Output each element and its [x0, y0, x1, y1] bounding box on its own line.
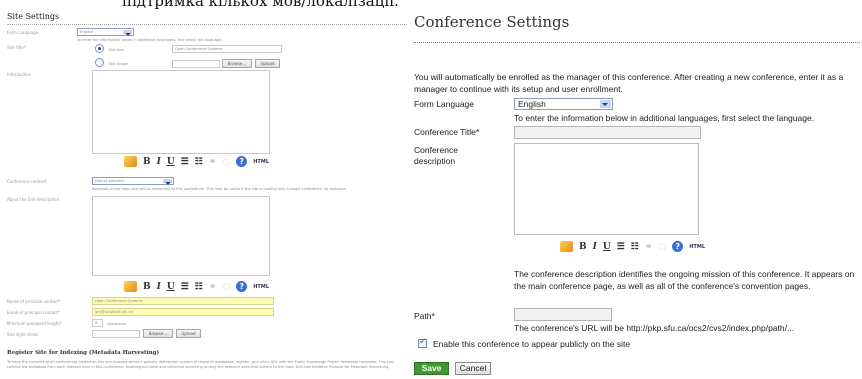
form-language-note: To enter the information below in additi…: [77, 38, 223, 42]
form-language-label: Form Language: [7, 30, 39, 35]
numbered-list-icon[interactable]: ☷: [195, 157, 203, 167]
underline-icon[interactable]: U: [603, 242, 611, 252]
principal-email-input[interactable]: ocs@localhost.sfu.ca: [92, 308, 274, 316]
conference-description-editor[interactable]: [514, 143, 699, 235]
title-image-file-input[interactable]: [172, 60, 220, 68]
insert-image-icon[interactable]: [124, 156, 137, 167]
italic-icon[interactable]: I: [593, 242, 597, 252]
title-image-radio[interactable]: [95, 58, 104, 67]
conference-settings-title: Conference Settings: [414, 13, 570, 31]
stylesheet-upload-button[interactable]: Upload: [176, 329, 201, 338]
link-icon[interactable]: ⚭: [645, 242, 653, 252]
stylesheet-browse-button[interactable]: Browse...: [143, 329, 173, 338]
min-password-input[interactable]: 6: [92, 319, 103, 327]
principal-name-label: Name of principal contact*: [7, 299, 61, 304]
indexing-title: Register Site for Indexing (Metadata Har…: [7, 350, 160, 356]
conference-title-input[interactable]: [514, 126, 701, 139]
stylesheet-label: Site style sheet: [7, 332, 38, 337]
introduction-label: Introduction: [7, 72, 32, 77]
indexing-text: To have the contents of all conferences …: [7, 360, 394, 369]
italic-icon[interactable]: I: [157, 282, 161, 292]
about-toolbar: B I U ☰ ☷ ⚭ ◌ ? HTML: [124, 281, 269, 292]
title-text-option: Title text: [108, 48, 124, 52]
title-image-browse-button[interactable]: Browse...: [222, 59, 252, 68]
title-text-input[interactable]: Open Conference Systems: [172, 45, 282, 53]
enrollment-intro: You will automatically be enrolled as th…: [414, 72, 844, 94]
underline-icon[interactable]: U: [167, 157, 175, 167]
bold-icon[interactable]: B: [143, 157, 151, 167]
principal-email-label: Email of principal contact*: [7, 310, 60, 315]
enable-checkbox[interactable]: ✓: [418, 337, 427, 348]
title-underline: [7, 24, 407, 25]
path-input[interactable]: [514, 308, 612, 321]
link-icon[interactable]: ⚭: [209, 282, 217, 292]
title-image-option: Title image: [108, 62, 129, 66]
min-password-unit: characters: [107, 322, 127, 326]
bullet-list-icon[interactable]: ☰: [617, 242, 625, 252]
bullet-list-icon[interactable]: ☰: [181, 282, 189, 292]
min-password-label: Minimum password length*: [7, 321, 62, 326]
site-title-label: Site title*: [7, 45, 26, 50]
conference-redirect-note: Requests to the main site will be redire…: [92, 187, 347, 191]
html-source-icon[interactable]: HTML: [689, 244, 705, 250]
conference-redirect-label: Conference redirect: [7, 179, 47, 184]
html-source-icon[interactable]: HTML: [253, 159, 269, 165]
help-icon[interactable]: ?: [236, 156, 248, 167]
title-underline: [414, 42, 860, 43]
principal-name-input[interactable]: Open Conference Systems: [92, 297, 274, 305]
overlay-caption: підтримка кількох мов/локалізації.: [122, 0, 399, 10]
title-text-radio[interactable]: [95, 44, 104, 53]
check-icon: ✓: [419, 337, 427, 347]
path-label: Path*: [414, 311, 435, 321]
unlink-icon[interactable]: ◌: [222, 157, 230, 167]
about-editor[interactable]: [92, 196, 270, 276]
numbered-list-icon[interactable]: ☷: [195, 282, 203, 292]
stylesheet-file-input[interactable]: [92, 330, 140, 338]
form-language-label: Form Language: [414, 99, 475, 109]
bold-icon[interactable]: B: [143, 282, 151, 292]
description-note: The conference description identifies th…: [514, 269, 855, 291]
conference-redirect-select[interactable]: (None) selected: [92, 177, 174, 185]
unlink-icon[interactable]: ◌: [658, 242, 666, 252]
cancel-button[interactable]: Cancel: [455, 362, 491, 375]
underline-icon[interactable]: U: [167, 282, 175, 292]
introduction-toolbar: B I U ☰ ☷ ⚭ ◌ ? HTML: [124, 156, 269, 167]
italic-icon[interactable]: I: [157, 157, 161, 167]
introduction-editor[interactable]: [92, 70, 270, 154]
help-icon[interactable]: ?: [236, 281, 248, 292]
link-icon[interactable]: ⚭: [209, 157, 217, 167]
description-toolbar: B I U ☰ ☷ ⚭ ◌ ? HTML: [560, 241, 705, 252]
form-language-select[interactable]: English: [77, 28, 134, 36]
save-button[interactable]: Save: [414, 362, 449, 375]
insert-image-icon[interactable]: [124, 281, 137, 292]
bold-icon[interactable]: B: [579, 242, 587, 252]
form-language-note: To enter the information below in additi…: [514, 113, 815, 123]
bullet-list-icon[interactable]: ☰: [181, 157, 189, 167]
conference-title-label: Conference Title*: [414, 127, 480, 137]
path-note: The conference's URL will be http://pkp.…: [514, 323, 795, 333]
insert-image-icon[interactable]: [560, 241, 573, 252]
conference-description-label: Conference description: [414, 145, 458, 166]
form-language-select[interactable]: English: [514, 98, 613, 110]
site-settings-title: Site Settings: [7, 12, 60, 21]
numbered-list-icon[interactable]: ☷: [631, 242, 639, 252]
about-label: About the Site description: [7, 197, 60, 202]
help-icon[interactable]: ?: [672, 241, 684, 252]
title-image-upload-button[interactable]: Upload: [255, 59, 280, 68]
html-source-icon[interactable]: HTML: [253, 284, 269, 290]
enable-label: Enable this conference to appear publicl…: [433, 339, 631, 349]
unlink-icon[interactable]: ◌: [222, 282, 230, 292]
